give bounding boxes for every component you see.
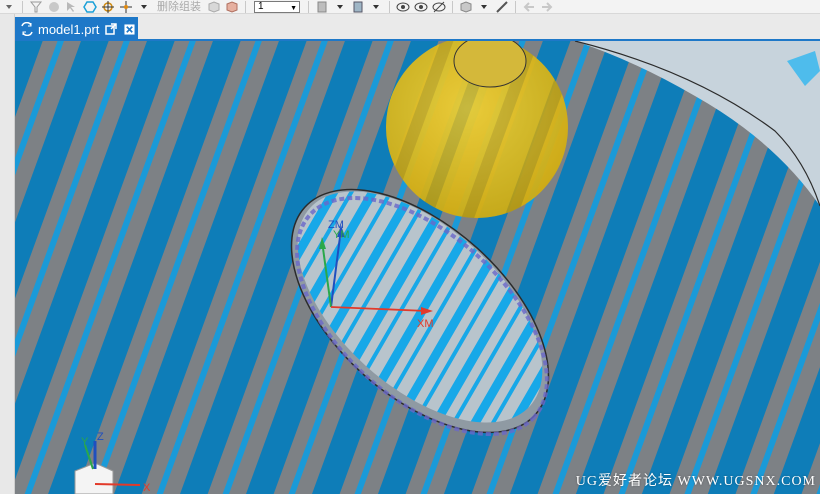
toolbar-divider (515, 0, 516, 13)
shaded-view-icon[interactable] (313, 0, 331, 13)
toolbar-divider (22, 0, 23, 13)
dropdown-arrow-icon[interactable] (475, 0, 493, 13)
invert-visibility-icon[interactable] (430, 0, 448, 13)
sphere-cut-face (453, 41, 527, 88)
pop-out-icon[interactable] (105, 23, 118, 35)
triad-z-label: Z (97, 431, 104, 443)
layer-select[interactable]: 1 ▼ (254, 0, 300, 13)
toolbar-divider (245, 0, 246, 13)
triad-x-label: X (143, 482, 151, 494)
resource-bar (0, 14, 15, 494)
graphics-viewport[interactable]: ZM YM XM Z Y X UG爱好者论坛 WWW.UGSNX.COM (15, 41, 820, 494)
cube-icon[interactable] (457, 0, 475, 13)
watermark: UG爱好者论坛 WWW.UGSNX.COM (575, 474, 816, 489)
chevron-down-icon: ▼ (290, 4, 297, 12)
crosshair-icon[interactable] (117, 0, 135, 13)
snap-point-icon[interactable] (99, 0, 117, 13)
dropdown-arrow-icon[interactable] (135, 0, 153, 13)
select-cursor-icon[interactable] (63, 0, 81, 13)
document-tab-bar: model1.prt (15, 14, 820, 41)
cylinder-view-icon[interactable] (349, 0, 367, 13)
dropdown-arrow-icon[interactable] (0, 0, 18, 13)
back-arrow-icon[interactable] (520, 0, 538, 13)
box-icon[interactable] (205, 0, 223, 13)
layer-select-value: 1 (258, 0, 264, 12)
sphere-body[interactable] (386, 41, 568, 218)
toolbar-divider (308, 0, 309, 13)
show-eye-icon[interactable] (394, 0, 412, 13)
toolbar-divider (389, 0, 390, 13)
wcs-y-label: YM (333, 229, 350, 241)
hide-eye-icon[interactable] (412, 0, 430, 13)
main-toolbar: 删除组装 1 ▼ (0, 0, 820, 14)
wcs-x-label: XM (417, 318, 434, 330)
tab-label: model1.prt (38, 21, 100, 37)
part-file-icon (21, 22, 33, 36)
triad-x-axis (94, 483, 141, 486)
filter-icon[interactable] (27, 0, 45, 13)
hexagon-icon[interactable] (81, 0, 99, 13)
box-color-icon[interactable] (223, 0, 241, 13)
delete-group-button[interactable]: 删除组装 (157, 1, 201, 13)
triad-y-label: Y (81, 436, 89, 448)
toolbar-divider (452, 0, 453, 13)
close-icon[interactable] (123, 23, 135, 35)
forward-arrow-icon[interactable] (538, 0, 556, 13)
tab-model1[interactable]: model1.prt (15, 17, 138, 41)
dropdown-arrow-icon[interactable] (331, 0, 349, 13)
measure-icon[interactable] (493, 0, 511, 13)
sphere-select-icon[interactable] (45, 0, 63, 13)
dropdown-arrow-icon[interactable] (367, 0, 385, 13)
model-scene[interactable]: ZM YM XM Z Y X (15, 41, 820, 494)
